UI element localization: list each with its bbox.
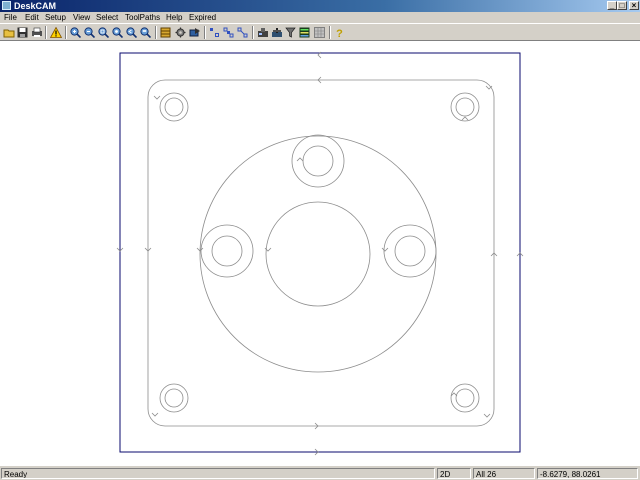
print-icon[interactable]	[30, 26, 43, 39]
status-coordinates: -8.6279, 88.0261	[537, 468, 638, 479]
toolbar-separator	[155, 26, 157, 39]
status-message: Ready	[1, 468, 435, 479]
zoom-previous-icon[interactable]	[125, 26, 138, 39]
direction-marker	[381, 247, 389, 252]
title-bar: DeskCAM _ □ ×	[0, 0, 640, 12]
drawing-canvas[interactable]	[0, 41, 640, 465]
warning-icon[interactable]	[49, 26, 62, 39]
direction-marker	[461, 116, 469, 121]
menu-select[interactable]: Select	[96, 12, 118, 23]
select-region-icon[interactable]	[236, 26, 249, 39]
corner-hole-br-outer	[450, 383, 480, 413]
cad-drawing[interactable]	[0, 41, 640, 465]
direction-marker	[153, 95, 161, 100]
window-title: DeskCAM	[14, 1, 57, 11]
menu-bar: File Edit Setup View Select ToolPaths He…	[0, 12, 640, 23]
status-bar: Ready 2D All 26 -8.6279, 88.0261	[0, 465, 640, 480]
bolt-hole-left-outer	[200, 224, 254, 278]
close-button[interactable]: ×	[629, 1, 639, 10]
corner-hole-tl-outer	[159, 92, 189, 122]
corner-hole-bl-inner	[164, 388, 184, 408]
toolbar-separator	[45, 26, 47, 39]
layers-icon[interactable]	[159, 26, 172, 39]
zoom-extents-icon[interactable]	[111, 26, 124, 39]
menu-view[interactable]: View	[73, 12, 90, 23]
status-selection: All 26	[473, 468, 535, 479]
zoom-window-icon[interactable]	[97, 26, 110, 39]
menu-file[interactable]: File	[4, 12, 17, 23]
minimize-button[interactable]: _	[607, 1, 617, 10]
menu-expired[interactable]: Expired	[189, 12, 216, 23]
direction-marker	[483, 413, 491, 418]
stock-boundary	[119, 52, 521, 453]
corner-hole-br-inner	[455, 388, 475, 408]
menu-setup[interactable]: Setup	[45, 12, 66, 23]
open-icon[interactable]	[2, 26, 15, 39]
menu-help[interactable]: Help	[166, 12, 182, 23]
select-icon[interactable]	[208, 26, 221, 39]
bolt-hole-right-inner	[394, 235, 426, 267]
zoom-fit-icon[interactable]	[139, 26, 152, 39]
direction-marker	[151, 412, 159, 417]
bolt-hole-right-outer	[383, 224, 437, 278]
menu-edit[interactable]: Edit	[25, 12, 39, 23]
toolbar-separator	[329, 26, 331, 39]
grid-icon[interactable]	[313, 26, 326, 39]
save-icon[interactable]	[16, 26, 29, 39]
status-mode: 2D	[437, 468, 471, 479]
bolt-hole-left-inner	[211, 235, 243, 267]
toolbar-separator	[204, 26, 206, 39]
corner-hole-tl-inner	[164, 97, 184, 117]
zoom-out-icon[interactable]	[83, 26, 96, 39]
toolbar: ?	[0, 23, 640, 41]
spectrum-icon[interactable]	[298, 26, 311, 39]
center-bore	[265, 201, 371, 307]
help-icon[interactable]: ?	[333, 26, 346, 39]
maximize-button[interactable]: □	[617, 1, 627, 10]
toolpath-filter-icon[interactable]	[284, 26, 297, 39]
machine-icon[interactable]	[256, 26, 269, 39]
direction-marker	[296, 157, 304, 162]
corner-hole-tr-inner	[455, 97, 475, 117]
outer-circle	[199, 135, 437, 373]
settings-icon[interactable]	[174, 26, 187, 39]
toolbar-separator	[65, 26, 67, 39]
mill-icon[interactable]	[270, 26, 283, 39]
app-icon	[2, 1, 11, 10]
corner-hole-bl-outer	[159, 383, 189, 413]
run-icon[interactable]	[188, 26, 201, 39]
svg-text:?: ?	[336, 28, 343, 38]
select-chain-icon[interactable]	[222, 26, 235, 39]
zoom-in-icon[interactable]	[69, 26, 82, 39]
bolt-hole-top-outer	[291, 134, 345, 188]
toolbar-separator	[252, 26, 254, 39]
menu-toolpaths[interactable]: ToolPaths	[125, 12, 160, 23]
bolt-hole-top-inner	[302, 145, 334, 177]
